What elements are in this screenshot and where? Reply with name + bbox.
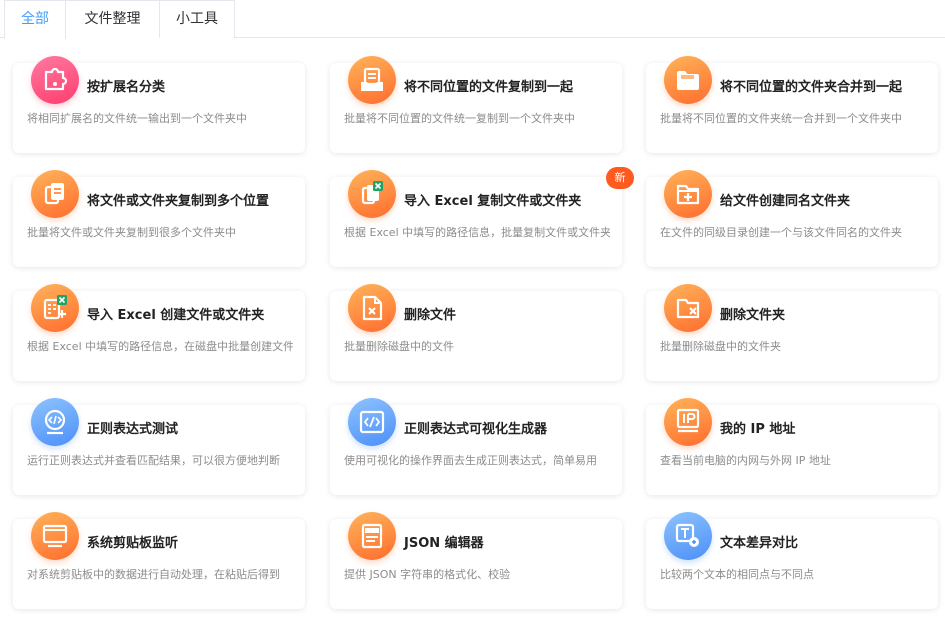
card-description: 对系统剪贴板中的数据进行自动处理，在粘贴后得到	[27, 568, 280, 581]
card-description: 将相同扩展名的文件统一输出到一个文件夹中	[27, 112, 247, 125]
tool-card-create-same-name-folder[interactable]: 给文件创建同名文件夹 在文件的同级目录创建一个与该文件同名的文件夹	[646, 170, 938, 267]
card-description: 在文件的同级目录创建一个与该文件同名的文件夹	[660, 226, 902, 239]
card-title: 删除文件	[404, 308, 457, 323]
card-title: 给文件创建同名文件夹	[720, 194, 851, 209]
card-description: 提供 JSON 字符串的格式化、校验	[344, 568, 511, 581]
card-description: 比较两个文本的相同点与不同点	[660, 568, 814, 581]
card-title: 将不同位置的文件夹合并到一起	[720, 80, 903, 95]
tool-card-clipboard-monitor[interactable]: 系统剪贴板监听 对系统剪贴板中的数据进行自动处理，在粘贴后得到	[13, 512, 305, 609]
card-title: 删除文件夹	[720, 308, 786, 323]
tool-card-delete-folders[interactable]: 删除文件夹 批量删除磁盘中的文件夹	[646, 284, 938, 381]
card-description: 查看当前电脑的内网与外网 IP 地址	[660, 454, 831, 467]
card-title: 按扩展名分类	[87, 80, 166, 95]
new-badge: 新	[606, 167, 634, 189]
puzzle-icon	[31, 56, 79, 104]
tool-card-regex-visual-builder[interactable]: 正则表达式可视化生成器 使用可视化的操作界面去生成正则表达式，简单易用	[330, 398, 622, 495]
card-title: 将文件或文件夹复制到多个位置	[87, 194, 270, 209]
code-circle-icon	[31, 398, 79, 446]
card-description: 根据 Excel 中填写的路径信息，批量复制文件或文件夹	[344, 226, 610, 239]
text-compare-icon	[664, 512, 712, 560]
tool-card-my-ip[interactable]: 我的 IP 地址 查看当前电脑的内网与外网 IP 地址	[646, 398, 938, 495]
card-title: 我的 IP 地址	[720, 422, 796, 437]
tool-card-regex-test[interactable]: 正则表达式测试 运行正则表达式并查看匹配结果，可以很方便地判断	[13, 398, 305, 495]
tab-small-tools[interactable]: 小工具	[159, 0, 235, 38]
card-description: 批量删除磁盘中的文件	[344, 340, 454, 353]
tool-card-excel-copy[interactable]: 导入 Excel 复制文件或文件夹 根据 Excel 中填写的路径信息，批量复制…	[330, 167, 634, 267]
card-description: 批量将不同位置的文件夹统一合并到一个文件夹中	[660, 112, 902, 125]
folder-delete-icon	[664, 284, 712, 332]
copy-documents-icon	[31, 170, 79, 218]
code-window-icon	[348, 398, 396, 446]
tab-all[interactable]: 全部	[4, 0, 66, 39]
tool-card-text-diff[interactable]: 文本差异对比 比较两个文本的相同点与不同点	[646, 512, 938, 609]
card-title: JSON 编辑器	[404, 536, 484, 551]
card-title: 导入 Excel 复制文件或文件夹	[404, 194, 582, 209]
card-description: 批量删除磁盘中的文件夹	[660, 340, 781, 353]
tool-card-copy-to-multiple[interactable]: 将文件或文件夹复制到多个位置 批量将文件或文件夹复制到很多个文件夹中	[13, 170, 305, 267]
tab-bar: 全部 文件整理 小工具	[0, 0, 945, 39]
card-title: 正则表达式测试	[87, 422, 179, 437]
card-title: 导入 Excel 创建文件或文件夹	[87, 308, 265, 323]
tool-card-json-editor[interactable]: JSON 编辑器 提供 JSON 字符串的格式化、校验	[330, 512, 622, 609]
tool-card-merge-folders[interactable]: 将不同位置的文件夹合并到一起 批量将不同位置的文件夹统一合并到一个文件夹中	[646, 56, 938, 153]
ip-icon	[664, 398, 712, 446]
card-title: 系统剪贴板监听	[87, 536, 179, 551]
monitor-icon	[31, 512, 79, 560]
card-description: 批量将不同位置的文件统一复制到一个文件夹中	[344, 112, 575, 125]
folder-plus-icon	[664, 170, 712, 218]
excel-copy-icon	[348, 170, 396, 218]
card-description: 运行正则表达式并查看匹配结果，可以很方便地判断	[27, 454, 280, 467]
folder-icon	[664, 56, 712, 104]
excel-create-icon	[31, 284, 79, 332]
inbox-document-icon	[348, 56, 396, 104]
card-description: 批量将文件或文件夹复制到很多个文件夹中	[27, 226, 236, 239]
file-delete-icon	[348, 284, 396, 332]
tool-card-delete-files[interactable]: 删除文件 批量删除磁盘中的文件	[330, 284, 622, 381]
card-title: 正则表达式可视化生成器	[404, 422, 548, 437]
json-file-icon	[348, 512, 396, 560]
tool-card-copy-files-together[interactable]: 将不同位置的文件复制到一起 批量将不同位置的文件统一复制到一个文件夹中	[330, 56, 622, 153]
tab-file-organize[interactable]: 文件整理	[65, 0, 160, 38]
card-title: 文本差异对比	[720, 536, 799, 551]
tool-card-classify-by-extension[interactable]: 按扩展名分类 将相同扩展名的文件统一输出到一个文件夹中	[13, 56, 305, 153]
card-description: 使用可视化的操作界面去生成正则表达式，简单易用	[344, 454, 597, 467]
card-title: 将不同位置的文件复制到一起	[404, 80, 574, 95]
tool-card-excel-create[interactable]: 导入 Excel 创建文件或文件夹 根据 Excel 中填写的路径信息，在磁盘中…	[13, 284, 305, 381]
card-description: 根据 Excel 中填写的路径信息，在磁盘中批量创建文件或文件夹	[27, 340, 293, 353]
